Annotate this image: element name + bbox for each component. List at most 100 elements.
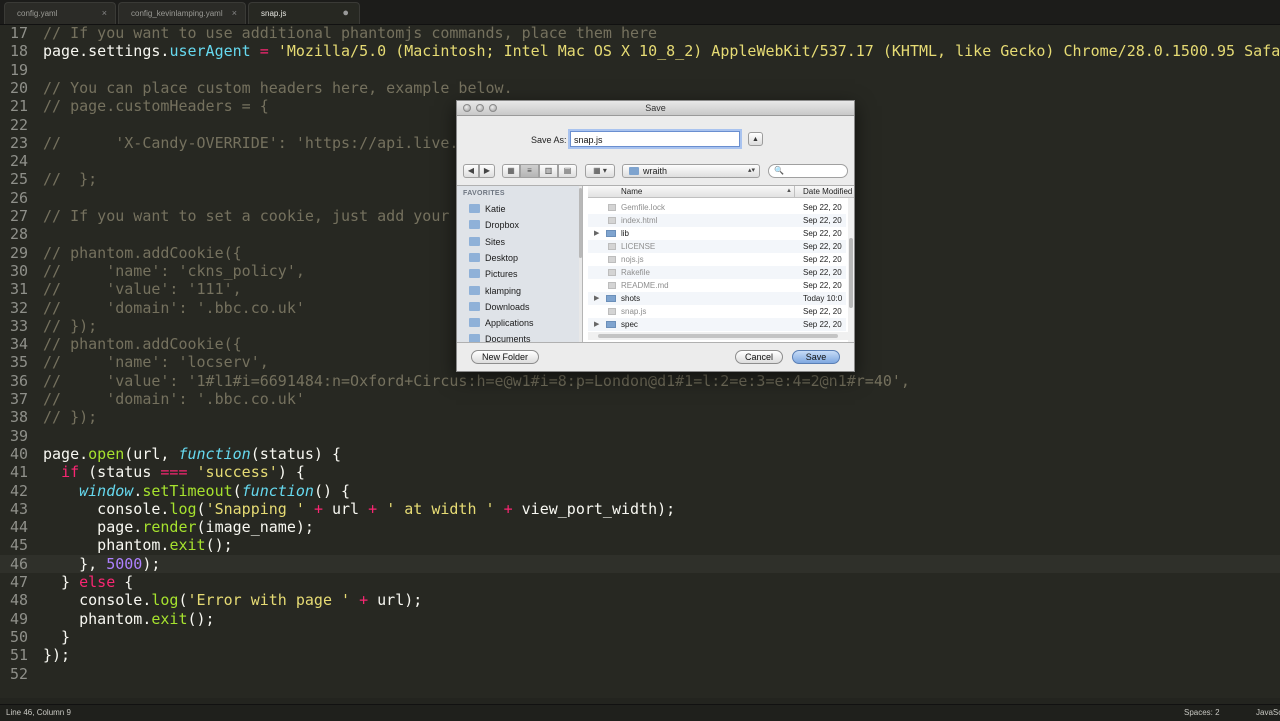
code-text[interactable]: // 'name': 'ckns_policy',	[43, 262, 305, 280]
code-text[interactable]: // 'X-Candy-OVERRIDE': 'https://api.live…	[43, 134, 458, 152]
code-line[interactable]: 17 // If you want to use additional phant…	[0, 24, 1280, 42]
code-text[interactable]: page.render(image_name);	[43, 518, 314, 536]
code-line[interactable]: 37 // 'domain': '.bbc.co.uk'	[0, 390, 1280, 408]
arrange-button[interactable]: ▦ ▾	[585, 164, 615, 178]
code-text[interactable]: console.log('Error with page ' + url);	[43, 591, 422, 609]
search-field[interactable]: 🔍	[768, 164, 848, 178]
zoom-window-icon[interactable]	[489, 104, 497, 112]
code-line[interactable]: 52	[0, 665, 1280, 683]
back-button[interactable]: ◀	[463, 164, 479, 178]
code-text[interactable]: } else {	[43, 573, 133, 591]
file-date: Sep 22, 20	[803, 320, 842, 329]
tab-close-icon[interactable]: ×	[102, 3, 107, 24]
code-text[interactable]: });	[43, 646, 70, 664]
code-text[interactable]: page.open(url, function(status) {	[43, 445, 341, 463]
code-text[interactable]: page.settings.userAgent = 'Mozilla/5.0 (…	[43, 42, 1280, 60]
forward-button[interactable]: ▶	[479, 164, 495, 178]
unsaved-dot-icon[interactable]: ●	[342, 3, 349, 24]
code-text[interactable]: // 'value': '1#l1#i=6691484:n=Oxford+Cir…	[43, 372, 910, 390]
file-date: Sep 22, 20	[803, 307, 842, 316]
column-view-button[interactable]: ▥	[539, 164, 558, 178]
code-line[interactable]: 40 page.open(url, function(status) {	[0, 445, 1280, 463]
name-column-header[interactable]: Name	[621, 186, 642, 197]
save-button[interactable]: Save	[792, 350, 840, 364]
code-text[interactable]: // });	[43, 408, 97, 426]
code-text[interactable]: // 'domain': '.bbc.co.uk'	[43, 390, 305, 408]
date-column-header[interactable]: Date Modified	[794, 186, 853, 197]
code-line[interactable]: 47 } else {	[0, 573, 1280, 591]
tab-snap-js[interactable]: snap.js ●	[248, 2, 360, 24]
line-number: 41	[9, 463, 28, 482]
line-number: 30	[9, 261, 28, 280]
code-line[interactable]: 39	[0, 427, 1280, 445]
code-text[interactable]: // });	[43, 317, 97, 335]
code-line[interactable]: 19	[0, 61, 1280, 79]
disclosure-triangle-icon[interactable]: ▶	[594, 292, 599, 305]
code-line[interactable]: 43 console.log('Snapping ' + url + ' at …	[0, 500, 1280, 518]
code-text[interactable]: // 'value': '111',	[43, 280, 242, 298]
code-text[interactable]: // phantom.addCookie({	[43, 244, 242, 262]
file-list-hscrollbar[interactable]	[588, 332, 848, 340]
tab-close-icon[interactable]: ×	[232, 3, 237, 24]
filename-input[interactable]: snap.js	[570, 131, 740, 147]
sidebar-item-label: Documents	[485, 334, 531, 342]
code-text[interactable]: if (status === 'success') {	[43, 463, 305, 481]
sidebar-scrollbar[interactable]	[579, 186, 582, 342]
location-popup[interactable]: wraith ▴▾	[622, 164, 760, 178]
file-row[interactable]: ▶ spec Sep 22, 20	[588, 318, 846, 331]
file-row[interactable]: README.md Sep 22, 20	[588, 279, 846, 292]
file-row[interactable]: Rakefile Sep 22, 20	[588, 266, 846, 279]
file-icon	[608, 243, 616, 250]
code-line[interactable]: 46 }, 5000);	[0, 554, 1280, 573]
code-text[interactable]: // If you want to set a cookie, just add…	[43, 207, 449, 225]
cancel-button[interactable]: Cancel	[735, 350, 783, 364]
file-row[interactable]: ▶ lib Sep 22, 20	[588, 227, 846, 240]
code-line[interactable]: 51});	[0, 646, 1280, 664]
code-text[interactable]: // };	[43, 170, 97, 188]
code-line[interactable]: 20 // You can place custom headers here, …	[0, 79, 1280, 97]
close-window-icon[interactable]	[463, 104, 471, 112]
code-text[interactable]: phantom.exit();	[43, 536, 232, 554]
minimize-window-icon[interactable]	[476, 104, 484, 112]
disclosure-triangle-icon[interactable]: ▶	[594, 318, 599, 331]
code-text[interactable]: console.log('Snapping ' + url + ' at wid…	[43, 500, 675, 518]
disclosure-triangle-icon[interactable]: ▶	[594, 227, 599, 240]
code-line[interactable]: 50 }	[0, 628, 1280, 646]
tab-config-yaml[interactable]: config.yaml ×	[4, 2, 116, 24]
file-row[interactable]: index.html Sep 22, 20	[588, 214, 846, 227]
code-text[interactable]: }	[43, 628, 70, 646]
code-line[interactable]: 49 phantom.exit();	[0, 610, 1280, 628]
code-line[interactable]: 18 page.settings.userAgent = 'Mozilla/5.0…	[0, 42, 1280, 60]
code-line[interactable]: 36 // 'value': '1#l1#i=6691484:n=Oxford+C…	[0, 372, 1280, 390]
icon-view-button[interactable]: ▦	[502, 164, 520, 178]
list-view-button[interactable]: ≡	[520, 164, 539, 178]
file-row[interactable]: ▶ shots Today 10:0	[588, 292, 846, 305]
code-line[interactable]: 38 // });	[0, 408, 1280, 426]
sidebar-item-label: Pictures	[485, 269, 518, 280]
code-text[interactable]: // page.customHeaders = {	[43, 97, 269, 115]
code-text[interactable]: // If you want to use additional phantom…	[43, 24, 657, 42]
code-text[interactable]: // phantom.addCookie({	[43, 335, 242, 353]
code-line[interactable]: 42 window.setTimeout(function() {	[0, 482, 1280, 500]
code-line[interactable]: 41 if (status === 'success') {	[0, 463, 1280, 481]
code-text[interactable]: // 'domain': '.bbc.co.uk'	[43, 299, 305, 317]
code-text[interactable]: window.setTimeout(function() {	[43, 482, 350, 500]
code-text[interactable]: }, 5000);	[43, 555, 160, 573]
file-row[interactable]: nojs.js Sep 22, 20	[588, 253, 846, 266]
syntax-setting[interactable]: JavaSc	[1256, 705, 1280, 721]
coverflow-view-button[interactable]: ▤	[558, 164, 577, 178]
code-text[interactable]: phantom.exit();	[43, 610, 214, 628]
file-row[interactable]: Gemfile.lock Sep 22, 20	[588, 201, 846, 214]
code-line[interactable]: 48 console.log('Error with page ' + url)…	[0, 591, 1280, 609]
tab-config-kevinlamping[interactable]: config_kevinlamping.yaml ×	[118, 2, 246, 24]
code-line[interactable]: 45 phantom.exit();	[0, 536, 1280, 554]
code-text[interactable]: // 'name': 'locserv',	[43, 353, 269, 371]
code-text[interactable]: // You can place custom headers here, ex…	[43, 79, 513, 97]
code-line[interactable]: 44 page.render(image_name);	[0, 518, 1280, 536]
tab-label: config.yaml	[17, 9, 58, 18]
expand-dialog-button[interactable]: ▲	[748, 132, 763, 146]
indentation-setting[interactable]: Spaces: 2	[1184, 705, 1220, 721]
file-row[interactable]: snap.js Sep 22, 20	[588, 305, 846, 318]
file-row[interactable]: LICENSE Sep 22, 20	[588, 240, 846, 253]
new-folder-button[interactable]: New Folder	[471, 350, 539, 364]
